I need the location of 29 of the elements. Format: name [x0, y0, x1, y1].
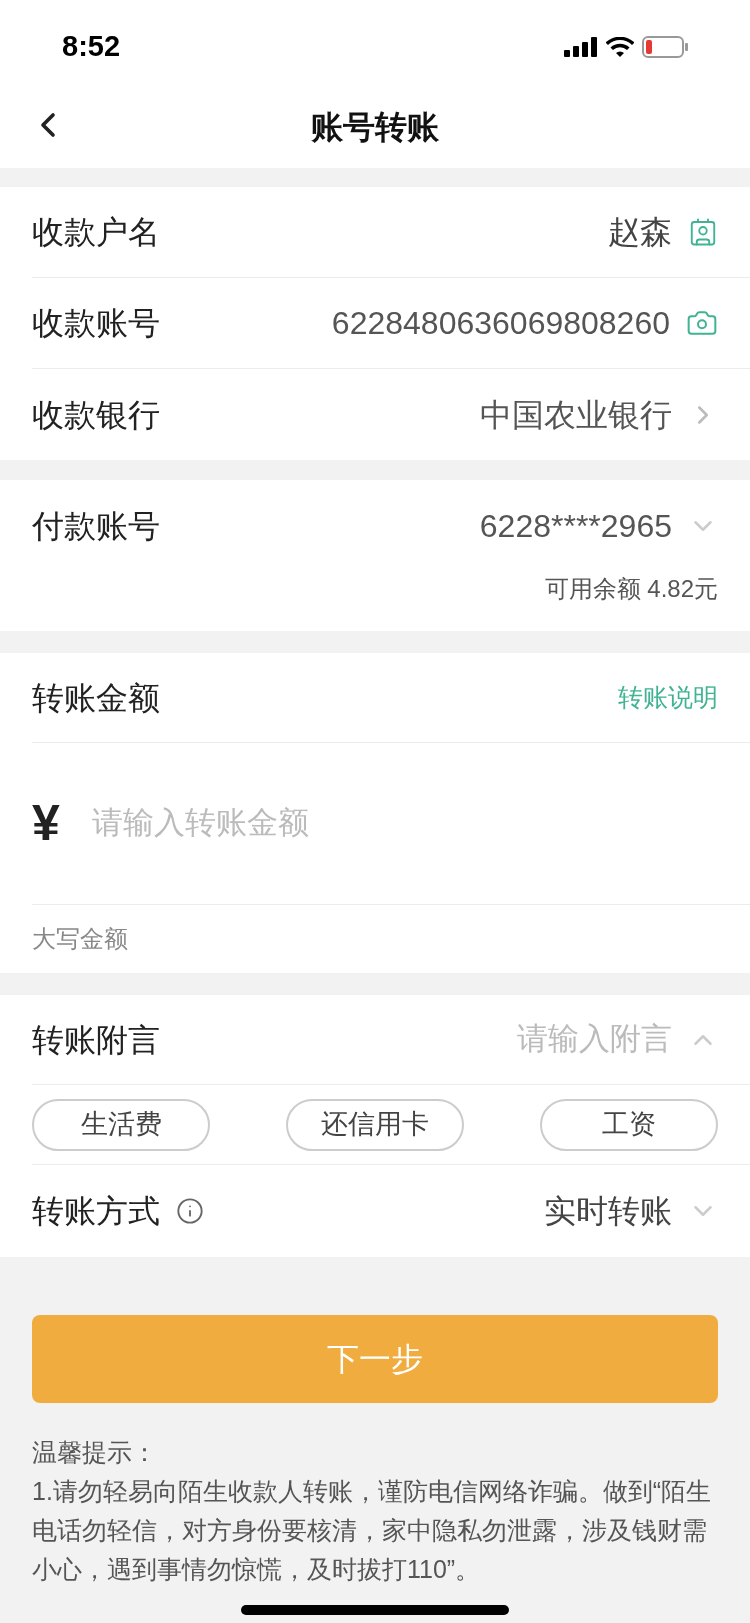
currency-symbol: ¥ — [32, 794, 60, 853]
uppercase-amount-label: 大写金额 — [32, 924, 128, 954]
field-label: 付款账号 — [32, 506, 160, 546]
tips-title: 温馨提示： — [32, 1437, 158, 1468]
note-tag[interactable]: 生活费 — [32, 1098, 210, 1151]
field-label: 收款户名 — [32, 213, 160, 252]
page-title: 账号转账 — [311, 107, 439, 147]
payee-bank: 中国农业银行 — [480, 395, 672, 435]
field-label: 收款银行 — [32, 395, 160, 435]
info-icon[interactable] — [176, 1197, 204, 1225]
note-input[interactable]: 请输入附言 — [492, 1016, 672, 1063]
field-label: 转账金额 — [32, 678, 160, 718]
amount-input[interactable]: 请输入转账金额 — [91, 800, 718, 847]
wifi-icon — [606, 36, 634, 57]
battery-low-icon — [642, 35, 688, 58]
payee-account: 6228480636069808260 — [331, 304, 670, 343]
note-tag[interactable]: 工资 — [540, 1098, 718, 1151]
field-label: 转账方式 — [32, 1192, 160, 1231]
payee-name: 赵森 — [608, 213, 672, 252]
status-time: 8:52 — [62, 28, 121, 64]
transfer-method: 实时转账 — [544, 1192, 672, 1231]
note-tag[interactable]: 还信用卡 — [286, 1098, 464, 1151]
field-label: 转账附言 — [32, 1020, 160, 1060]
contact-icon[interactable] — [688, 217, 718, 247]
payer-account: 6228****2965 — [479, 506, 672, 546]
signal-icon — [564, 36, 598, 57]
field-label: 收款账号 — [32, 304, 160, 343]
available-balance: 可用余额 4.82元 — [544, 574, 718, 604]
tips-text: 1.请勿轻易向陌生收款人转账，谨防电信网络诈骗。做到“陌生电话勿轻信，对方身份要核清，家中隐私勿泄露，涉及钱财需小心，遇到事情勿惊慌，及时拔打110”。 — [32, 1476, 713, 1585]
